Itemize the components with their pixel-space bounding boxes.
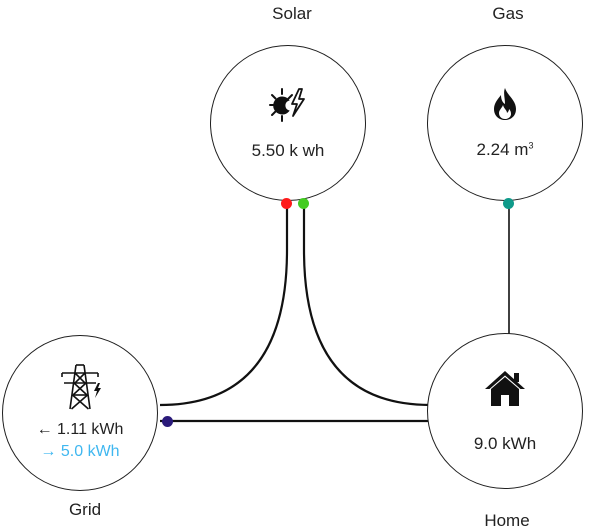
solar-label: Solar <box>272 4 312 23</box>
grid-import-row: ← 1.11 kWh <box>37 419 124 441</box>
energy-flow-card: Solar 5.50 k wh Gas 2.24 m3 ← 1.11 kWh →… <box>0 0 591 531</box>
grid-import-value: 1.11 kWh <box>57 421 124 438</box>
grid-export-value: 5.0 kWh <box>60 443 120 460</box>
grid-node[interactable]: ← 1.11 kWh → 5.0 kWh <box>2 335 158 491</box>
grid-label: Grid <box>68 500 102 519</box>
sun-lightning-icon <box>269 88 305 122</box>
home-value: 9.0 kWh <box>473 434 537 453</box>
home-label: Home <box>484 511 530 530</box>
flow-solar-to-home <box>302 205 431 407</box>
flame-icon <box>494 88 516 120</box>
solar-value: 5.50 k wh <box>251 141 325 160</box>
house-icon <box>485 371 525 406</box>
gas-value-unit-sup: 3 <box>528 140 534 151</box>
gas-dot <box>503 198 514 209</box>
gas-value: 2.24 m3 <box>477 140 534 160</box>
grid-dot <box>162 416 173 427</box>
solar-dot-green <box>298 198 309 209</box>
gas-label: Gas <box>492 4 524 23</box>
left-arrow-icon: ← <box>36 421 53 438</box>
gas-node[interactable]: 2.24 m3 <box>427 45 583 201</box>
gas-value-number: 2.24 m <box>476 140 529 159</box>
home-node[interactable]: 9.0 kWh <box>427 333 583 489</box>
grid-export-row: → 5.0 kWh <box>37 441 124 463</box>
solar-node[interactable]: 5.50 k wh <box>210 45 366 201</box>
transmission-tower-icon <box>61 364 101 410</box>
solar-dot-red <box>281 198 292 209</box>
flow-solar-to-grid <box>159 205 289 407</box>
grid-values: ← 1.11 kWh → 5.0 kWh <box>37 419 124 463</box>
right-arrow-icon: → <box>40 443 57 460</box>
